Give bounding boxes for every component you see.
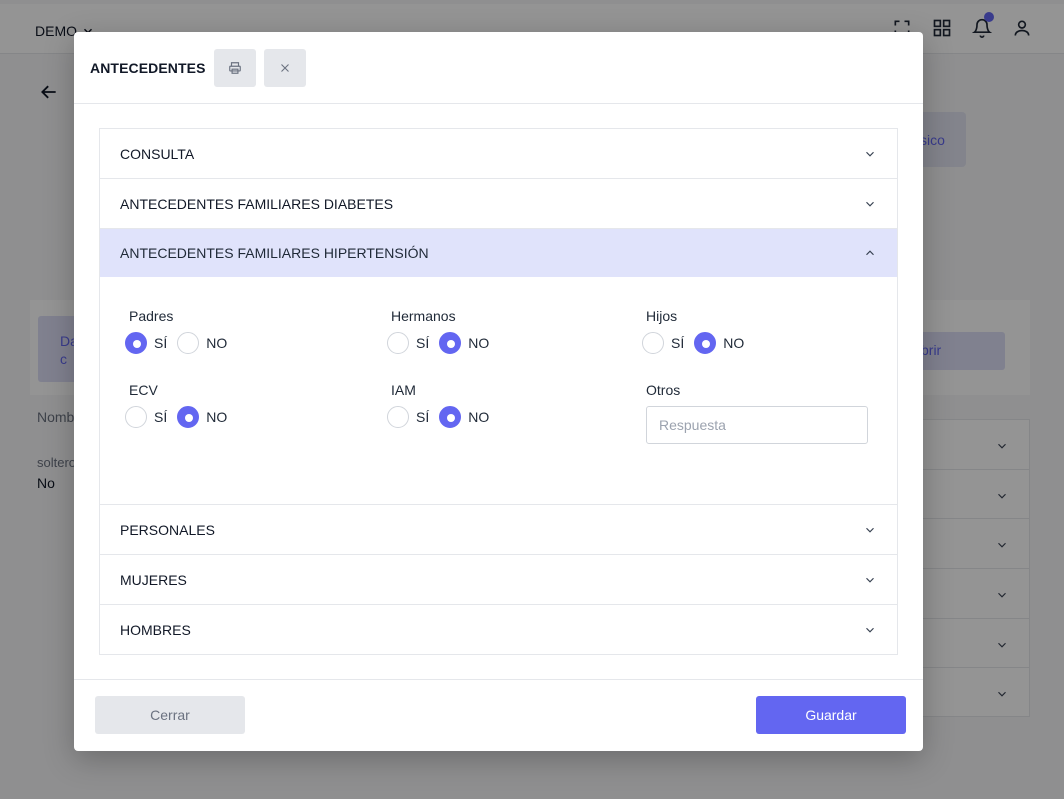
accordion-header-label: HOMBRES — [120, 621, 191, 638]
accordion-item-consulta: CONSULTA — [100, 129, 897, 179]
hipertension-form: Padres SÍ NO Hermanos SÍ NO Hijos SÍ NO … — [100, 277, 897, 504]
otros-input[interactable] — [646, 406, 868, 444]
radio-label-si: SÍ — [154, 335, 168, 351]
radio-label-no: NO — [206, 335, 228, 351]
modal-title: ANTECEDENTES — [90, 59, 206, 76]
close-icon — [280, 63, 289, 72]
chevron-down-icon — [866, 151, 874, 157]
chevron-down-icon — [866, 577, 874, 583]
radio-ecv-si[interactable] — [125, 406, 147, 428]
close-modal-button[interactable] — [263, 48, 306, 87]
radio-ecv-no[interactable] — [177, 406, 200, 428]
cerrar-button[interactable]: Cerrar — [95, 696, 245, 734]
chevron-down-icon — [866, 627, 874, 633]
radio-label-no: NO — [206, 409, 228, 425]
radio-hermanos-no[interactable] — [439, 332, 462, 354]
radio-label-si: SÍ — [671, 335, 685, 351]
printer-icon — [228, 61, 241, 74]
field-padres: Padres SÍ NO — [125, 308, 237, 354]
field-label: Padres — [129, 308, 174, 324]
accordion-header-label: CONSULTA — [120, 145, 195, 162]
field-label: ECV — [129, 382, 158, 398]
accordion-header-label: ANTECEDENTES FAMILIARES DIABETES — [120, 195, 394, 212]
accordion-header-hombres[interactable]: HOMBRES — [100, 605, 897, 654]
chevron-down-icon — [866, 201, 874, 207]
accordion-header-hipertension[interactable]: ANTECEDENTES FAMILIARES HIPERTENSIÓN — [100, 229, 897, 277]
accordion-header-label: ANTECEDENTES FAMILIARES HIPERTENSIÓN — [120, 245, 429, 261]
accordion-item-diabetes: ANTECEDENTES FAMILIARES DIABETES — [100, 179, 897, 229]
modal-header: ANTECEDENTES — [74, 32, 923, 104]
radio-hijos-si[interactable] — [642, 332, 664, 354]
radio-label-no: NO — [468, 409, 490, 425]
chevron-down-icon — [866, 527, 874, 533]
accordion-item-mujeres: MUJERES — [100, 555, 897, 605]
field-label: IAM — [391, 382, 416, 398]
radio-label-si: SÍ — [416, 409, 430, 425]
modal-footer: Cerrar Guardar — [74, 679, 923, 751]
field-label: Otros — [646, 382, 681, 398]
radio-iam-si[interactable] — [387, 406, 409, 428]
field-ecv: ECV SÍ NO — [125, 382, 237, 428]
field-hermanos: Hermanos SÍ NO — [387, 308, 499, 354]
field-hijos: Hijos SÍ NO — [642, 308, 754, 354]
accordion-header-label: MUJERES — [120, 571, 187, 588]
chevron-up-icon — [866, 250, 874, 256]
accordion-item-hombres: HOMBRES — [100, 605, 897, 654]
field-otros: Otros — [646, 382, 868, 444]
accordion: CONSULTA ANTECEDENTES FAMILIARES DIABETE… — [99, 128, 898, 655]
radio-padres-si[interactable] — [125, 332, 147, 354]
radio-label-no: NO — [468, 335, 490, 351]
accordion-item-hipertension: ANTECEDENTES FAMILIARES HIPERTENSIÓN Pad… — [100, 229, 897, 505]
radio-label-no: NO — [723, 335, 745, 351]
accordion-header-diabetes[interactable]: ANTECEDENTES FAMILIARES DIABETES — [100, 179, 897, 228]
radio-padres-no[interactable] — [177, 332, 200, 354]
radio-hermanos-si[interactable] — [387, 332, 409, 354]
field-label: Hijos — [646, 308, 678, 324]
print-button[interactable] — [213, 48, 256, 87]
accordion-header-personales[interactable]: PERSONALES — [100, 505, 897, 554]
accordion-header-consulta[interactable]: CONSULTA — [100, 129, 897, 178]
field-iam: IAM SÍ NO — [387, 382, 499, 428]
antecedentes-modal: ANTECEDENTES CONSULTA ANTECEDENTES FAMIL… — [74, 32, 923, 751]
accordion-item-personales: PERSONALES — [100, 505, 897, 555]
guardar-button[interactable]: Guardar — [756, 696, 906, 734]
field-label: Hermanos — [391, 308, 456, 324]
radio-label-si: SÍ — [154, 409, 168, 425]
accordion-header-mujeres[interactable]: MUJERES — [100, 555, 897, 604]
accordion-header-label: PERSONALES — [120, 521, 215, 538]
radio-label-si: SÍ — [416, 335, 430, 351]
radio-hijos-no[interactable] — [694, 332, 717, 354]
radio-iam-no[interactable] — [439, 406, 462, 428]
